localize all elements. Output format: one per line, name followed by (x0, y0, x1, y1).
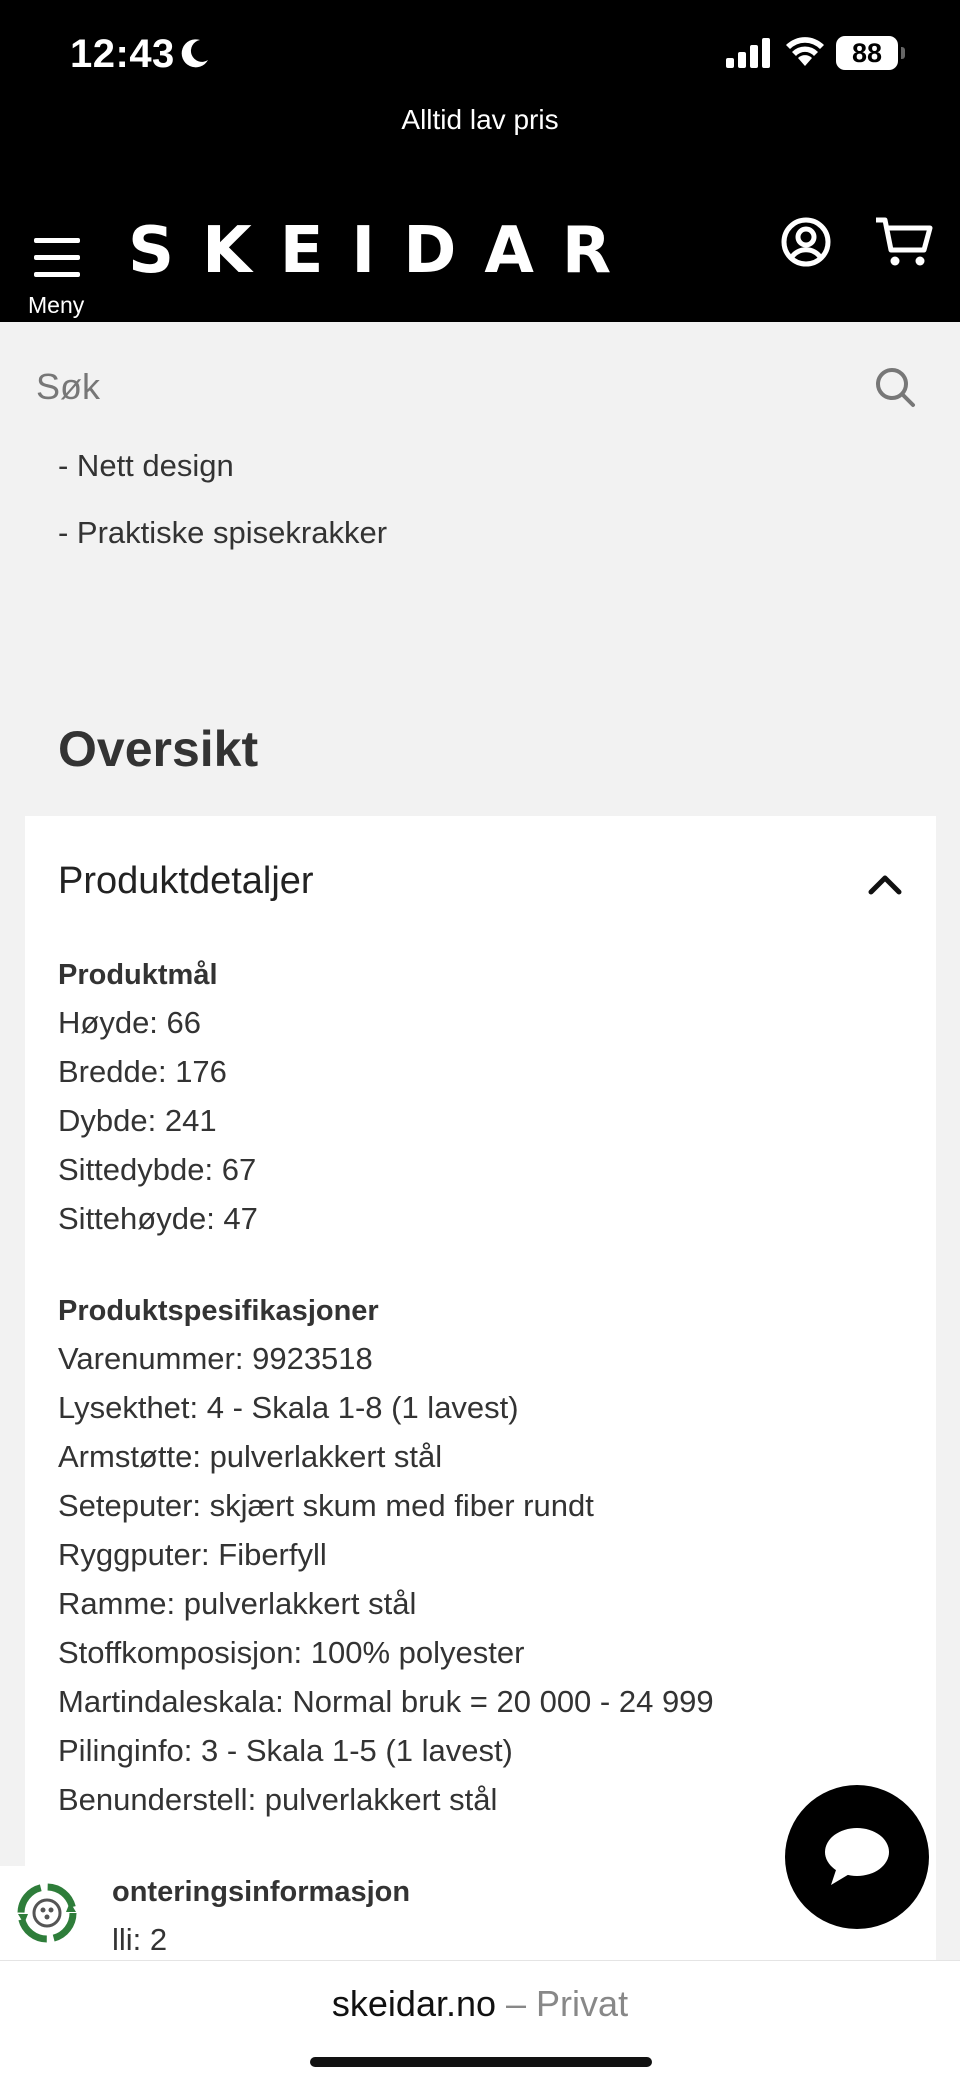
site-header: Meny SKEIDAR (0, 200, 960, 322)
chat-bubble-icon (825, 1828, 889, 1885)
spec-line: Bredde: 176 (58, 1054, 227, 1089)
search-icon[interactable] (874, 366, 916, 408)
skeidar-logo[interactable]: SKEIDAR (128, 214, 639, 288)
product-details-title[interactable]: Produktdetaljer (58, 860, 314, 903)
home-indicator[interactable] (310, 2057, 652, 2067)
top-header-area: 12:43 88 Alltid lav pris Meny SKEIDAR (0, 0, 960, 322)
spec-line: Ryggputer: Fiberfyll (58, 1537, 327, 1572)
spec-line: Sittedybde: 67 (58, 1152, 257, 1187)
spec-line: Sittehøyde: 47 (58, 1201, 258, 1236)
cart-icon[interactable] (874, 216, 934, 268)
browser-address-bar[interactable]: skeidar.no – Privat (0, 1960, 960, 2077)
spec-line: Lysekthet: 4 - Skala 1-8 (1 lavest) (58, 1390, 519, 1425)
search-bar (0, 322, 960, 448)
recycle-icon (17, 1883, 77, 1943)
spec-line: Ramme: pulverlakkert stål (58, 1586, 417, 1621)
product-details-content: Produktmål Høyde: 66 Bredde: 176 Dybde: … (58, 952, 918, 1964)
private-mode-label: Privat (536, 1983, 629, 2024)
overview-title: Oversikt (58, 721, 259, 777)
cellular-signal-icon (726, 38, 770, 68)
spec-line: Varenummer: 9923518 (58, 1341, 373, 1376)
list-item: - Praktiske spisekrakker (58, 515, 388, 550)
spec-group-title: Produktspesifikasjoner (58, 1295, 379, 1327)
browser-url[interactable]: skeidar.no – Privat (0, 1983, 960, 2025)
spec-line: Dybde: 241 (58, 1103, 217, 1138)
url-separator: – (496, 1983, 537, 2024)
list-item: - Nett design (58, 448, 234, 483)
url-domain: skeidar.no (331, 1983, 497, 2024)
account-icon[interactable] (780, 216, 832, 268)
menu-label: Meny (28, 292, 85, 318)
spec-line: Martindaleskala: Normal bruk = 20 000 - … (58, 1684, 714, 1719)
feature-list: - Nett design - Praktiske spisekrakker (58, 448, 387, 582)
spec-line: Høyde: 66 (58, 1005, 202, 1040)
moon-icon (181, 39, 208, 68)
battery-indicator: 88 (836, 36, 905, 70)
spec-line: lli: 2 (112, 1922, 168, 1957)
status-time: 12:43 (70, 32, 175, 76)
chat-button[interactable] (785, 1785, 929, 1929)
spec-line: Seteputer: skjært skum med fiber rundt (58, 1488, 594, 1523)
spec-line: Pilinginfo: 3 - Skala 1-5 (1 lavest) (58, 1733, 513, 1768)
search-input[interactable] (36, 362, 836, 412)
recycle-badge[interactable] (0, 1866, 94, 1960)
chevron-up-icon[interactable] (867, 872, 903, 896)
spec-line: Armstøtte: pulverlakkert stål (58, 1439, 443, 1474)
spec-group-title: Produktmål (58, 959, 218, 991)
spec-line: Stoffkomposisjon: 100% polyester (58, 1635, 525, 1670)
spec-line: Benunderstell: pulverlakkert stål (58, 1782, 498, 1817)
status-bar: 12:43 88 (0, 0, 960, 108)
announcement-text: Alltid lav pris (401, 104, 559, 135)
hamburger-icon (34, 238, 80, 278)
menu-button[interactable]: Meny (26, 218, 96, 318)
wifi-icon (786, 37, 824, 66)
